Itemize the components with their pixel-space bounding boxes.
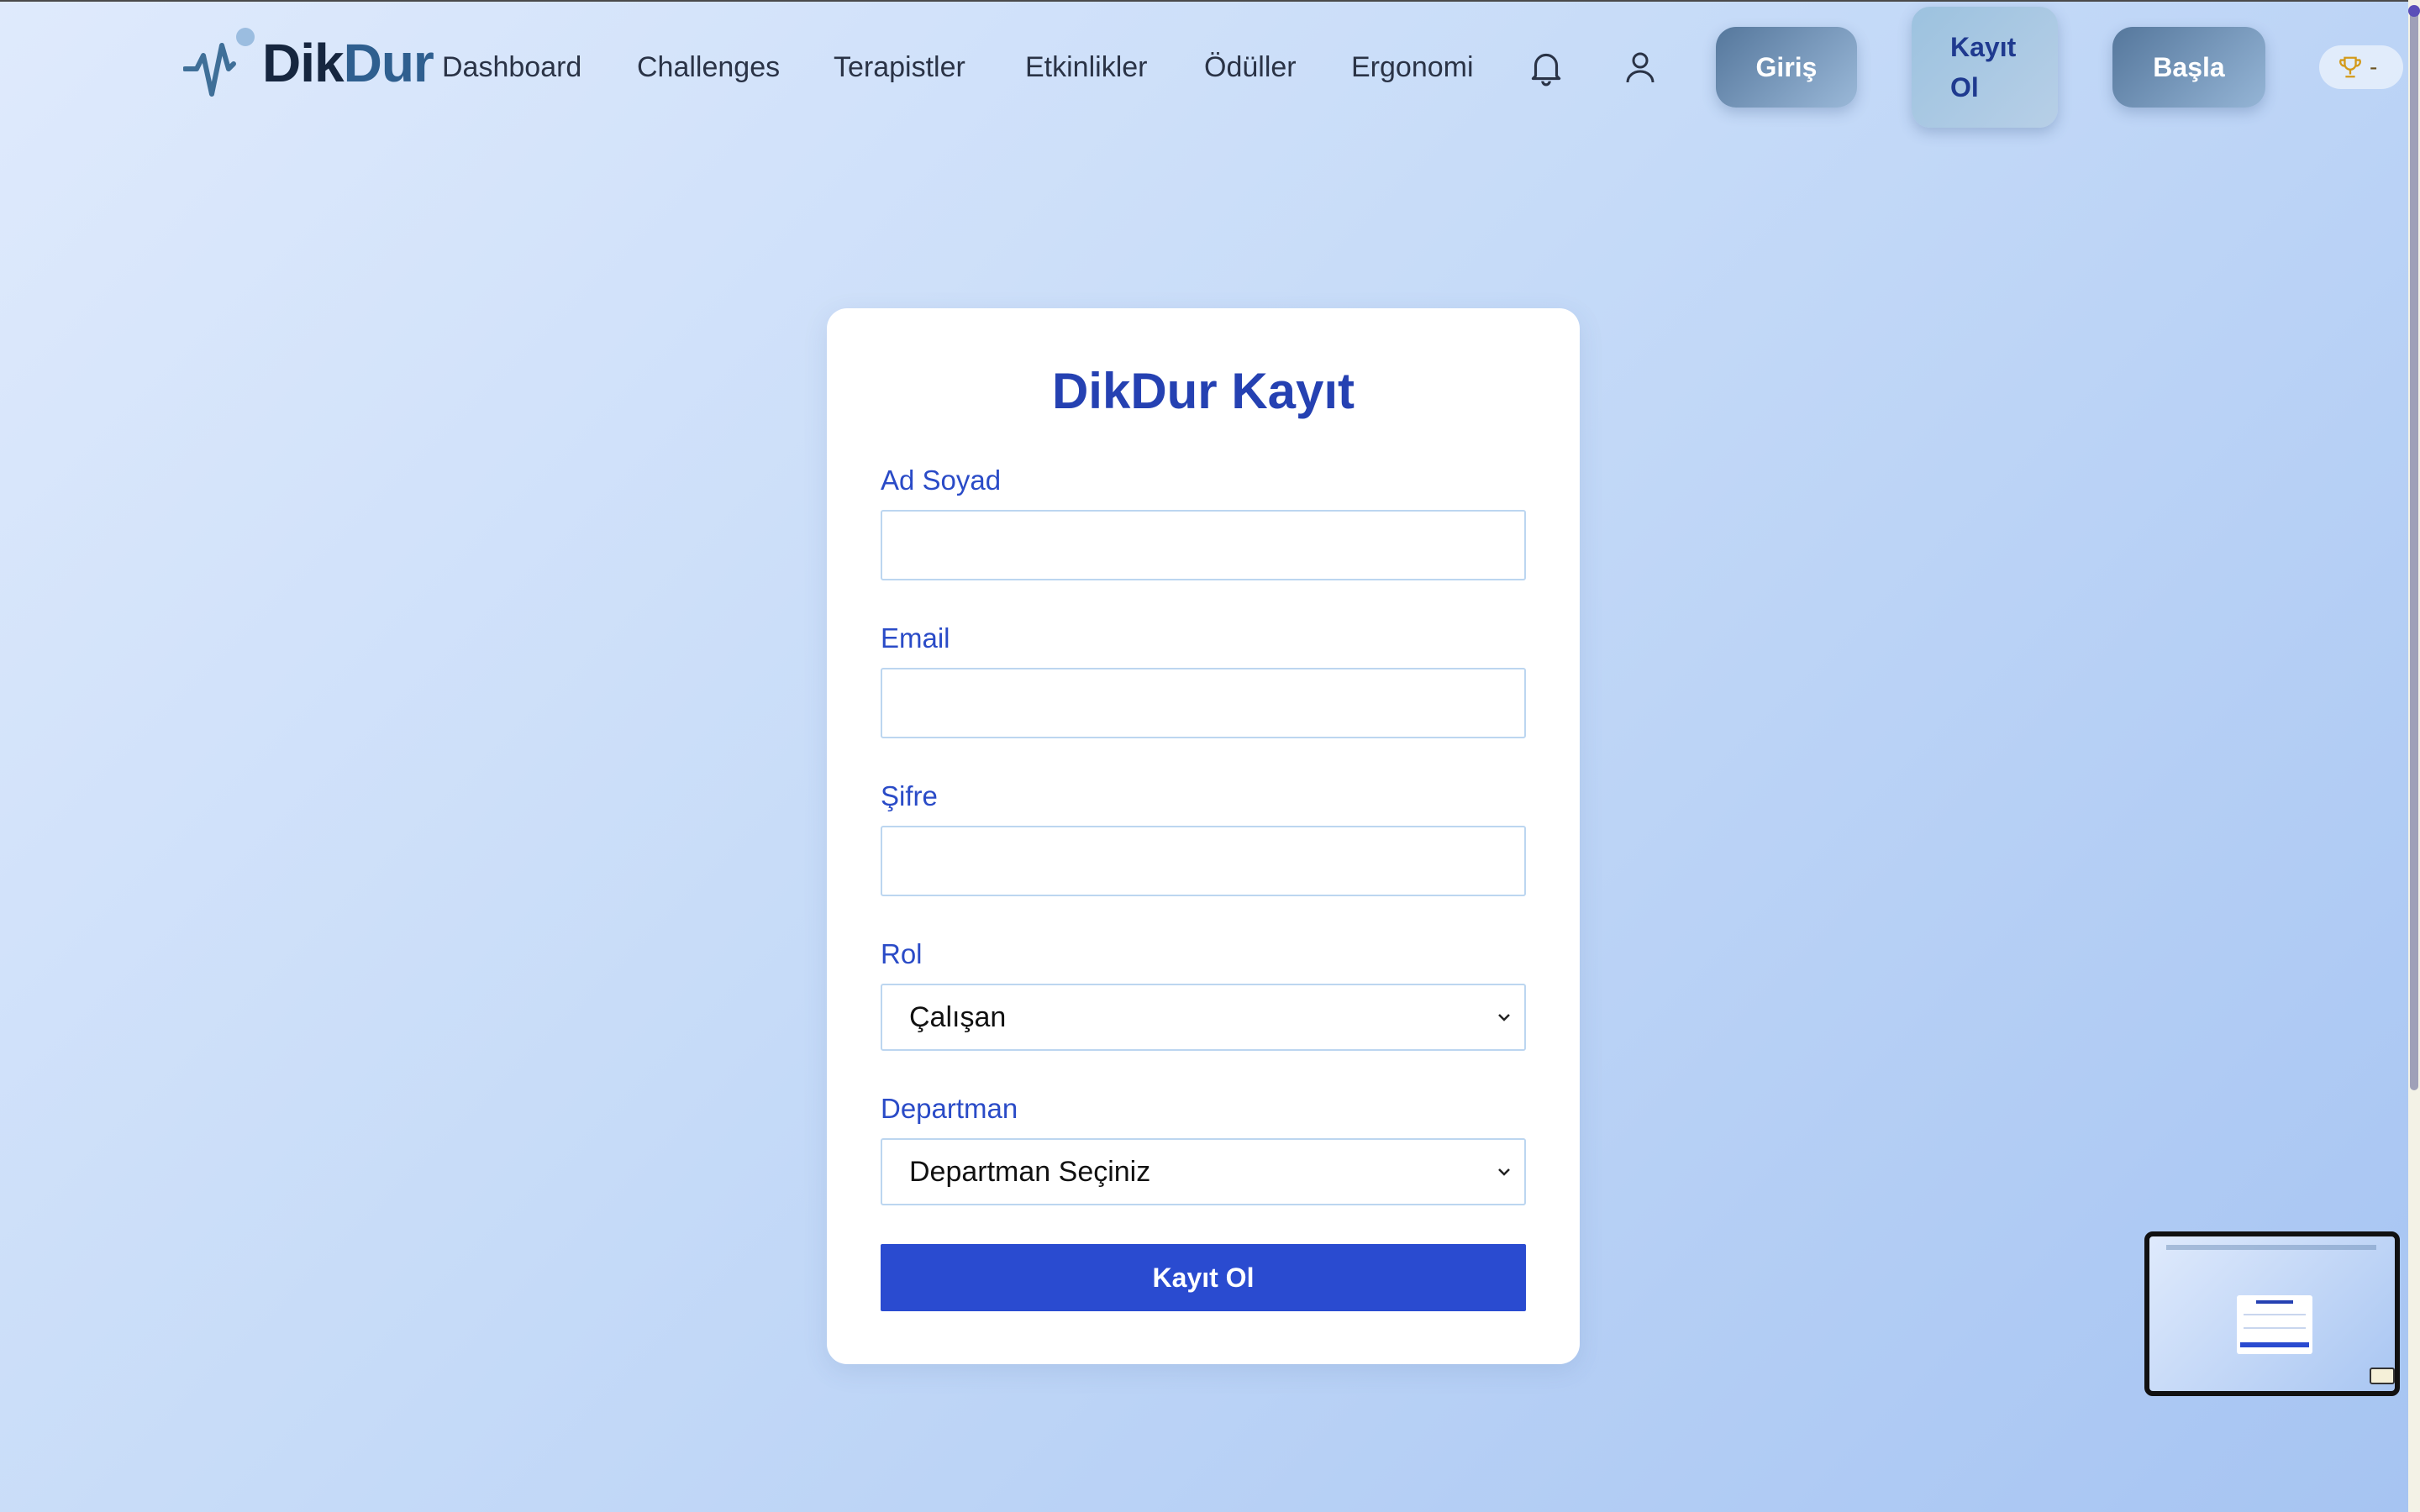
register-button[interactable]: Kayıt Ol [1912,7,2058,128]
brand-logo[interactable]: DikDur [183,25,434,101]
password-input[interactable] [881,826,1526,896]
name-input[interactable] [881,510,1526,580]
role-select[interactable]: Çalışan [881,984,1526,1051]
nav-etkinlikler-label[interactable]: Etkinlikler [1025,51,1147,84]
preview-nav [2166,1245,2376,1250]
nav-dashboard[interactable]: Dashboard [442,42,581,92]
nav-challenges-label[interactable]: Challenges [637,51,780,84]
role-select-value: Çalışan [909,1000,1007,1033]
preview-field [2244,1327,2306,1329]
preview-button [2240,1342,2309,1347]
window-top-border [0,0,2420,2]
chevron-down-icon [1498,1014,1510,1021]
start-button-label: Başla [2153,51,2225,82]
scrollbar-thumb[interactable] [2410,8,2418,1090]
preview-title [2256,1300,2293,1304]
email-label: Email [881,622,950,654]
nav-ergonomi-label[interactable]: Ergonomi [1351,51,1474,84]
page-title: DikDur Kayıt [1051,363,1355,419]
preview-field [2244,1314,2306,1315]
role-label: Rol [881,938,923,969]
register-submit-button[interactable]: Kayıt Ol [881,1244,1526,1311]
bell-icon [1531,53,1561,87]
department-select-value: Departman Seçiniz [909,1155,1151,1188]
nav-etkinlikler[interactable]: Etkinlikler [1025,42,1147,92]
nav-terapistler-label[interactable]: Terapistler [834,51,965,84]
nav-oduller-label[interactable]: Ödüller [1204,51,1297,84]
page-preview-thumbnail[interactable] [2144,1231,2400,1396]
name-label: Ad Soyad [881,465,1002,496]
preview-badge [2370,1368,2395,1384]
scroll-indicator [2408,5,2420,17]
score-badge[interactable]: - [2319,45,2403,89]
nav-ergonomi[interactable]: Ergonomi [1351,42,1474,92]
register-submit-label: Kayıt Ol [1152,1262,1255,1293]
login-button[interactable]: Giriş [1716,27,1857,108]
nav-dashboard-label[interactable]: Dashboard [442,51,581,84]
nav-terapistler[interactable]: Terapistler [834,42,965,92]
register-card: DikDur Kayıt Ad Soyad Email Şifre Rol Ça… [827,308,1580,1364]
chevron-down-icon [1498,1168,1510,1176]
nav-challenges[interactable]: Challenges [637,42,780,92]
pulse-logo-icon [183,28,255,97]
login-button-label: Giriş [1755,51,1818,82]
notifications-button[interactable] [1523,44,1570,91]
profile-button[interactable] [1617,44,1664,91]
department-label: Departman [881,1093,1018,1124]
score-value: - [2370,54,2378,80]
nav-oduller[interactable]: Ödüller [1204,42,1297,92]
password-label: Şifre [881,780,938,811]
register-button-label-line2: Ol [1950,72,1979,102]
brand-name: DikDur [262,33,434,93]
email-input[interactable] [881,668,1526,738]
trophy-icon [2339,56,2361,78]
register-button-label-line1: Kayıt [1950,32,2017,62]
department-select[interactable]: Departman Seçiniz [881,1138,1526,1205]
user-icon [1626,52,1655,83]
start-button[interactable]: Başla [2112,27,2265,108]
